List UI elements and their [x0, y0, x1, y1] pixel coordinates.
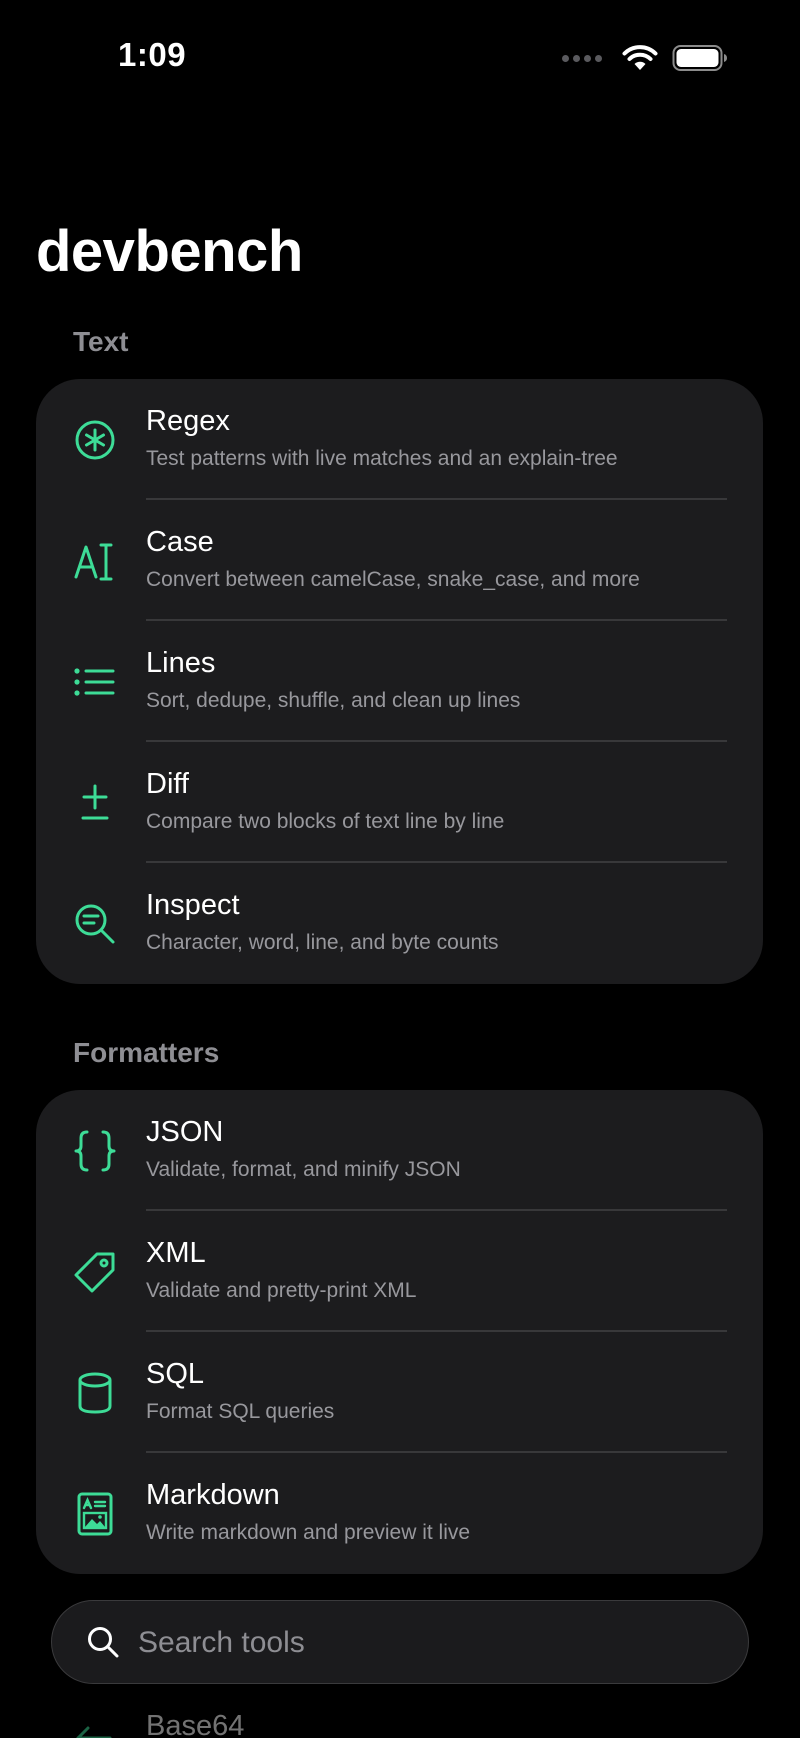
tool-title: JSON	[146, 1116, 224, 1148]
page-title: devbench	[36, 219, 303, 284]
tool-title: XML	[146, 1237, 206, 1269]
tool-subtitle: Write markdown and preview it live	[146, 1521, 471, 1544]
list-bullet-icon	[72, 659, 118, 705]
tag-icon	[72, 1249, 118, 1295]
tool-title: Diff	[146, 768, 189, 800]
tool-row-diff[interactable]: Diff Compare two blocks of text line by …	[36, 742, 763, 863]
tool-subtitle: Sort, dedupe, shuffle, and clean up line…	[146, 689, 521, 712]
battery-icon	[672, 45, 727, 71]
tool-row-case[interactable]: Case Convert between camelCase, snake_ca…	[36, 500, 763, 621]
tool-row-inspect[interactable]: Inspect Character, word, line, and byte …	[36, 863, 763, 984]
tool-row-xml[interactable]: XML Validate and pretty-print XML	[36, 1211, 763, 1332]
wifi-icon	[622, 45, 658, 70]
tool-subtitle: Convert between camelCase, snake_case, a…	[146, 568, 640, 591]
text-cursor-icon	[72, 538, 118, 584]
cellular-icon	[562, 54, 602, 62]
tool-title: SQL	[146, 1358, 205, 1390]
tool-subtitle: Test patterns with live matches and an e…	[146, 447, 618, 470]
search-icon	[88, 1627, 119, 1658]
curly-braces-icon	[72, 1128, 118, 1174]
search-input[interactable]	[136, 1601, 720, 1685]
cylinder-icon	[72, 1370, 118, 1416]
status-icons	[562, 44, 728, 72]
tool-title: Inspect	[146, 889, 240, 921]
tool-subtitle: Validate, format, and minify JSON	[146, 1158, 461, 1181]
tool-title: Markdown	[146, 1479, 280, 1511]
status-bar: 1:09	[0, 0, 800, 120]
magnifier-text-icon	[72, 901, 118, 947]
tool-subtitle: Character, word, line, and byte counts	[146, 931, 499, 954]
tool-title: Base64	[146, 1710, 245, 1738]
tool-group-text: Regex Test patterns with live matches an…	[36, 379, 763, 984]
section-header-text: Text	[73, 326, 129, 357]
tool-row-lines[interactable]: Lines Sort, dedupe, shuffle, and clean u…	[36, 621, 763, 742]
plus-minus-icon	[72, 780, 118, 826]
arrow-left-icon	[72, 1704, 118, 1738]
tool-group-formatters: JSON Validate, format, and minify JSON X…	[36, 1090, 763, 1574]
document-image-icon	[72, 1491, 118, 1537]
status-time: 1:09	[118, 36, 187, 73]
tool-row-sql[interactable]: SQL Format SQL queries	[36, 1332, 763, 1453]
tool-subtitle: Compare two blocks of text line by line	[146, 810, 505, 833]
tool-row-base64[interactable]: Base64	[36, 1690, 763, 1738]
asterisk-circle-icon	[72, 417, 118, 463]
search-bar[interactable]	[51, 1600, 749, 1685]
tool-title: Case	[146, 526, 214, 558]
tool-row-markdown[interactable]: Markdown Write markdown and preview it l…	[36, 1453, 763, 1574]
tool-title: Regex	[146, 405, 230, 437]
section-header-formatters: Formatters	[73, 1037, 220, 1068]
tool-title: Lines	[146, 647, 216, 679]
tool-row-regex[interactable]: Regex Test patterns with live matches an…	[36, 379, 763, 500]
tool-row-json[interactable]: JSON Validate, format, and minify JSON	[36, 1090, 763, 1211]
tool-subtitle: Format SQL queries	[146, 1400, 335, 1423]
tool-subtitle: Validate and pretty-print XML	[146, 1279, 417, 1302]
